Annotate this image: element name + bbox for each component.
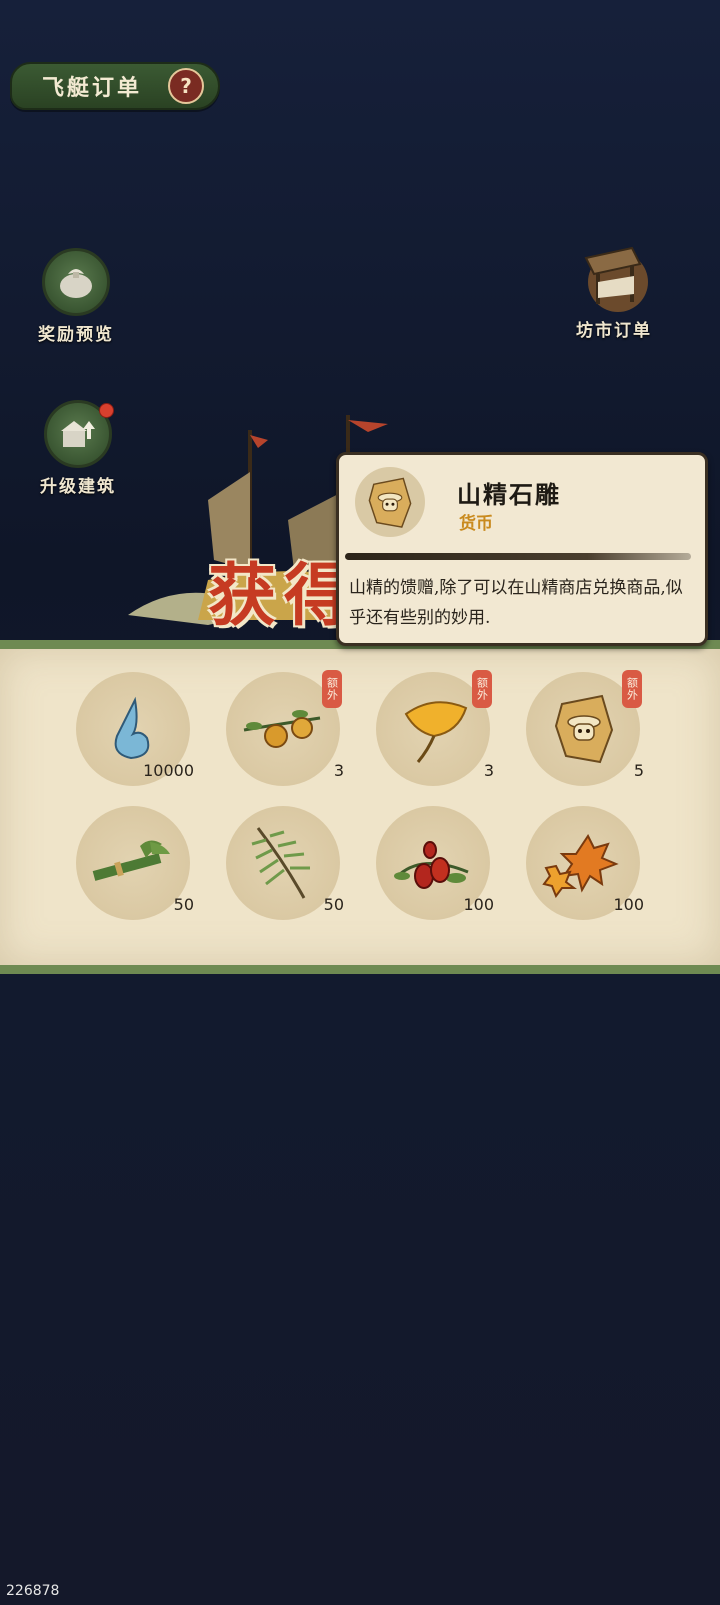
extra-badge: 额外 — [322, 670, 342, 708]
reward-quantity: 50 — [173, 895, 194, 914]
pine-branch-icon — [251, 827, 310, 899]
reward-quantity: 5 — [633, 761, 644, 780]
extra-badge: 额外 — [622, 670, 642, 708]
reward-preview-label: 奖励预览 — [38, 325, 114, 345]
ginkgo-leaf-icon — [404, 701, 468, 763]
reward-preview-button[interactable]: 奖励预览 — [38, 248, 114, 345]
reward-slot[interactable]: 3 额外 — [376, 670, 494, 786]
notification-dot — [99, 403, 114, 418]
reward-quantity: 3 — [483, 761, 494, 780]
order-title-bar: 飞艇订单 ? — [10, 62, 220, 110]
maple-leaves-icon — [542, 834, 619, 898]
stone-carving-icon — [355, 467, 425, 537]
reward-slot[interactable]: 100 — [376, 806, 494, 920]
market-orders-label: 坊市订单 — [576, 321, 652, 341]
reward-slot[interactable]: 100 — [526, 806, 644, 920]
reward-quantity: 50 — [323, 895, 344, 914]
item-tooltip: 山精石雕 货币 山精的馈赠,除了可以在山精商店兑换商品,似乎还有些别的妙用. — [336, 452, 708, 646]
item-description: 山精的馈赠,除了可以在山精商店兑换商品,似乎还有些别的妙用. — [349, 578, 683, 628]
red-dates-icon — [394, 841, 469, 889]
reward-quantity: 100 — [613, 895, 644, 914]
reward-slot[interactable]: 10000 — [76, 672, 194, 786]
reward-slot[interactable]: 3 额外 — [226, 670, 344, 786]
reward-quantity: 10000 — [143, 761, 194, 780]
item-name: 山精石雕 — [457, 480, 561, 509]
gift-bag-icon — [42, 248, 110, 316]
extra-badge: 额外 — [472, 670, 492, 708]
page-title: 飞艇订单 — [42, 75, 143, 101]
fruit-branch-icon — [243, 710, 321, 748]
stone-carving-icon — [554, 694, 614, 764]
build-id: 226878 — [6, 1583, 60, 1599]
ink-divider — [345, 553, 691, 560]
market-stall-icon — [574, 244, 654, 312]
reward-slot[interactable]: 5 额外 — [526, 670, 644, 786]
reward-slot[interactable]: 50 — [76, 806, 194, 920]
market-orders-button[interactable]: 坊市订单 — [574, 244, 654, 341]
reward-quantity: 100 — [463, 895, 494, 914]
help-icon[interactable]: ? — [168, 68, 204, 104]
upgrade-building-label: 升级建筑 — [40, 477, 116, 497]
item-type: 货币 — [459, 514, 493, 534]
herb-bundle-icon — [92, 840, 170, 881]
upgrade-building-button[interactable]: 升级建筑 — [40, 400, 116, 497]
reward-slot[interactable]: 50 — [226, 806, 344, 920]
water-drop-icon — [114, 696, 150, 760]
building-upgrade-icon — [44, 400, 114, 468]
reward-quantity: 3 — [333, 761, 344, 780]
